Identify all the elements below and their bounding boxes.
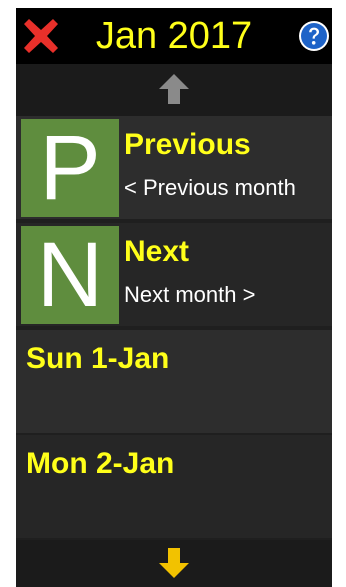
list-item-title: Next [124,235,190,268]
help-button[interactable] [298,20,330,52]
list-item-subtitle: < Previous month [124,175,296,200]
day-row-sun-1[interactable]: Sun 1-Jan [16,330,332,433]
close-icon [24,19,58,53]
calendar-screen: Jan 2017 P Previous < Previous month N N… [0,0,346,587]
list-item-subtitle: Next month > [124,282,256,307]
up-arrow-icon [159,74,189,104]
list-item-previous[interactable]: P Previous < Previous month [16,116,332,219]
day-label: Mon 2-Jan [26,447,175,480]
letter-p-icon: P [21,119,119,217]
day-row-mon-2[interactable]: Mon 2-Jan [16,435,332,538]
close-button[interactable] [21,16,61,56]
page-title: Jan 2017 [95,15,253,57]
letter-n-icon: N [21,226,119,324]
header-bar: Jan 2017 [16,8,332,64]
list-item-next[interactable]: N Next Next month > [16,223,332,326]
down-arrow-icon [159,548,189,578]
day-label: Sun 1-Jan [26,342,170,375]
scroll-down-button[interactable] [16,540,332,587]
list-item-title: Previous [124,128,251,161]
scroll-up-button[interactable] [16,64,332,116]
help-icon [299,21,329,51]
month-panel: Jan 2017 P Previous < Previous month N N… [16,8,332,587]
